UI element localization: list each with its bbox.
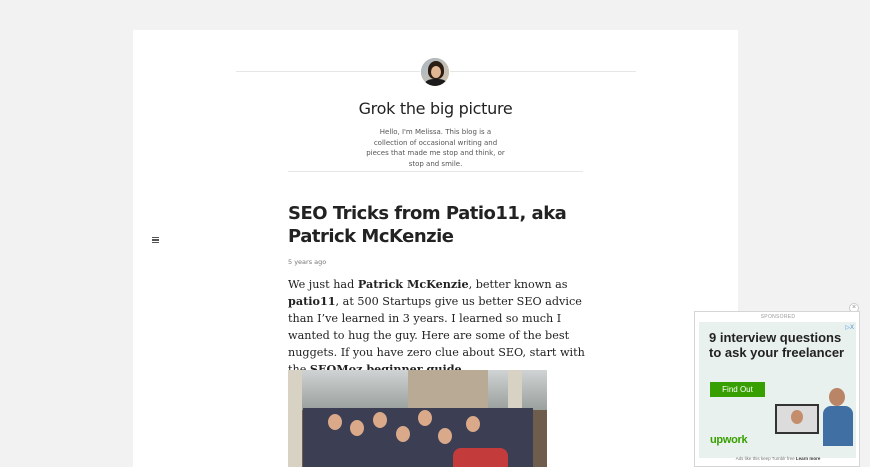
ad-creative[interactable]: ▷X 9 interview questions to ask your fre… xyxy=(699,322,856,458)
blog-title[interactable]: Grok the big picture xyxy=(133,99,738,118)
ad-person-illustration xyxy=(817,388,856,458)
post-photo xyxy=(288,370,547,467)
description-divider xyxy=(288,171,583,172)
hamburger-menu-icon[interactable] xyxy=(152,237,159,244)
ad-headline: 9 interview questions to ask your freela… xyxy=(709,330,845,360)
ad-footer: Ads like this keep Tumblr free Learn mor… xyxy=(735,456,821,461)
post-body: We just had Patrick McKenzie, better kno… xyxy=(288,277,585,376)
post-title[interactable]: SEO Tricks from Patio11, aka Patrick McK… xyxy=(288,202,588,248)
ad-learn-more-link[interactable]: Learn more xyxy=(796,456,821,461)
ad-monitor-illustration xyxy=(775,404,819,434)
blog-description: Hello, I'm Melissa. This blog is a colle… xyxy=(366,128,505,168)
avatar[interactable] xyxy=(420,57,450,87)
ad-sponsored-label: SPONSORED xyxy=(760,314,796,320)
patrick-mckenzie-link[interactable]: Patrick McKenzie xyxy=(358,277,469,291)
post-date[interactable]: 5 years ago xyxy=(288,258,326,266)
patio11-link[interactable]: patio11 xyxy=(288,294,336,308)
sponsored-ad[interactable]: SPONSORED ▷X 9 interview questions to as… xyxy=(694,311,860,467)
upwork-logo: upwork xyxy=(710,434,748,446)
ad-cta-button[interactable]: Find Out xyxy=(710,382,765,397)
blog-page: Grok the big picture Hello, I'm Melissa.… xyxy=(133,30,738,467)
